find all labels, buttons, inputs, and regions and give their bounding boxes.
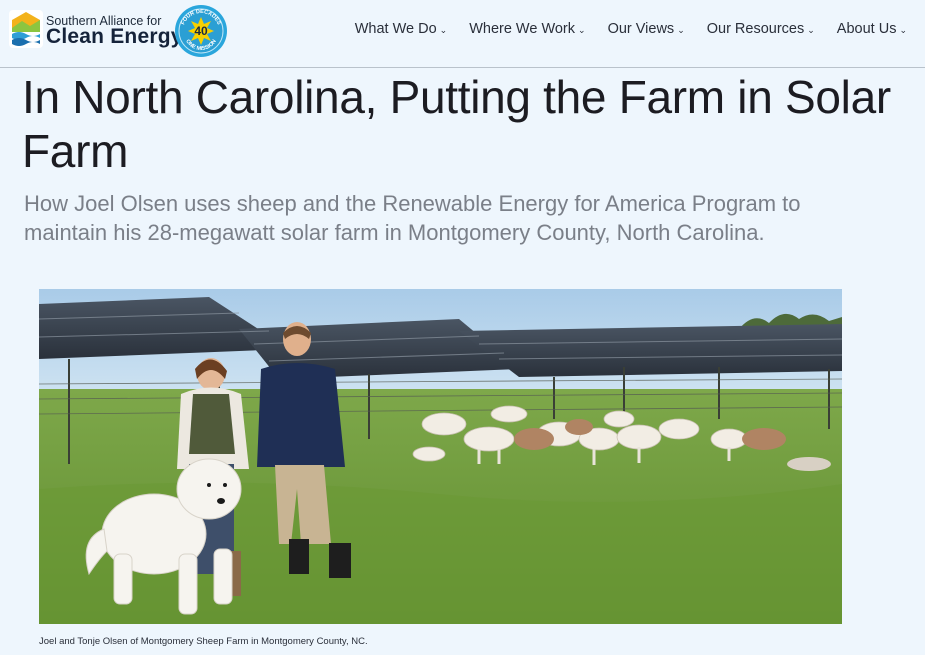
chevron-down-icon: ⌄ <box>578 24 586 35</box>
chevron-down-icon: ⌄ <box>807 24 815 35</box>
hero-photo <box>39 289 842 624</box>
anniversary-badge-icon: FOUR DECADES ONE MISSION 40 <box>175 5 227 57</box>
nav-our-resources[interactable]: Our Resources ⌄ <box>707 21 815 37</box>
nav-label: Our Resources <box>706 21 805 37</box>
chevron-down-icon: ⌄ <box>677 24 685 35</box>
nav-label: Our Views <box>607 21 675 37</box>
nav-what-we-do[interactable]: What We Do ⌄ <box>355 21 447 37</box>
nav-label: Where We Work <box>469 21 576 37</box>
photo-caption: Joel and Tonje Olsen of Montgomery Sheep… <box>39 636 368 647</box>
brand-name-line2[interactable]: Clean Energy <box>46 25 183 49</box>
nav-label: What We Do <box>354 21 437 37</box>
nav-where-we-work[interactable]: Where We Work ⌄ <box>469 21 585 37</box>
chevron-down-icon: ⌄ <box>899 24 907 35</box>
article-title: In North Carolina, Putting the Farm in S… <box>22 71 891 177</box>
chevron-down-icon: ⌄ <box>439 24 448 35</box>
nav-our-views[interactable]: Our Views ⌄ <box>608 21 685 37</box>
article-subtitle: How Joel Olsen uses sheep and the Renewa… <box>24 191 801 245</box>
nav-about-us[interactable]: About Us ⌄ <box>837 21 907 37</box>
badge-number: 40 <box>194 24 208 38</box>
nav-label: About Us <box>836 21 897 37</box>
solar-farm-sheep-image <box>39 289 842 624</box>
sace-logo-icon[interactable] <box>8 8 44 50</box>
main-nav: What We Do ⌄ Where We Work ⌄ Our Views ⌄… <box>355 18 907 40</box>
site-header: Southern Alliance for Clean Energy FOUR … <box>0 0 925 68</box>
